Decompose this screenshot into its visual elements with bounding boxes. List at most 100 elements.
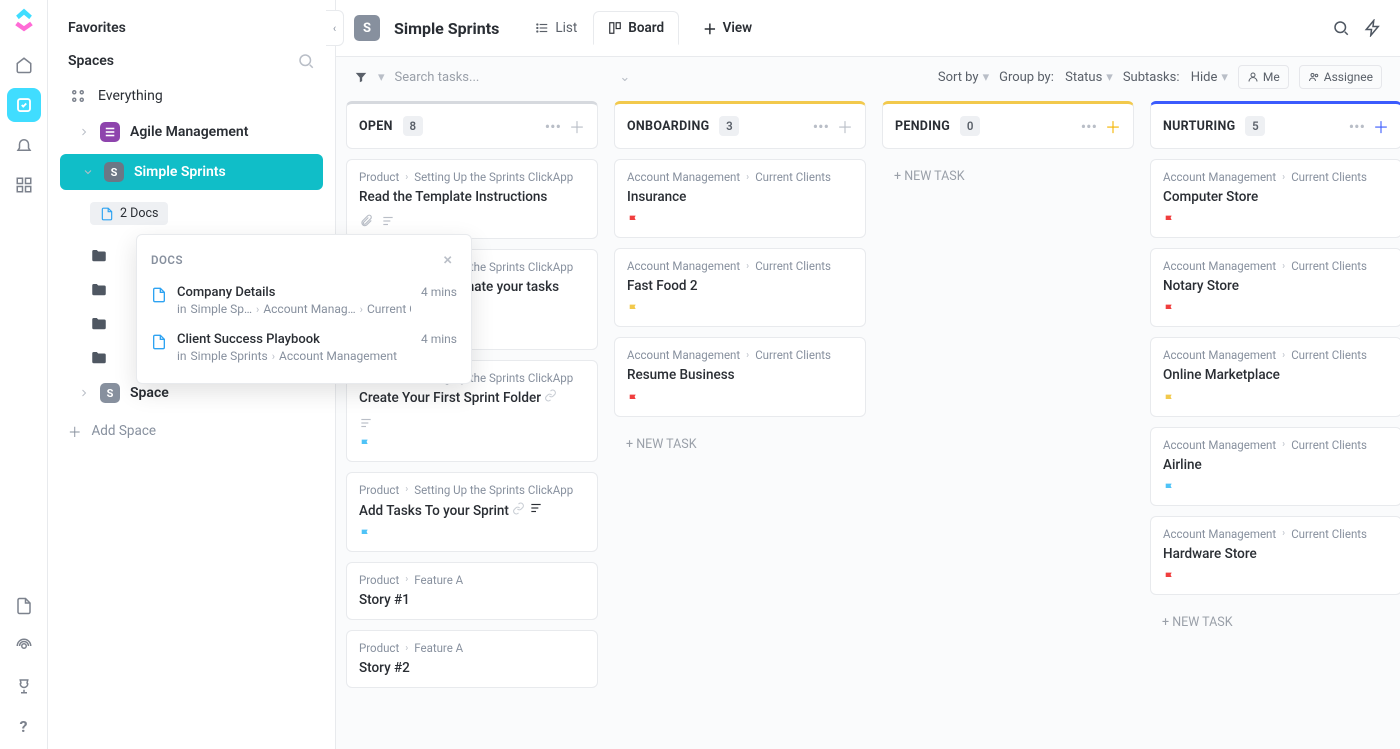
task-card[interactable]: Account Management›Current Clients Compu… xyxy=(1150,159,1400,238)
more-icon[interactable]: ••• xyxy=(1349,117,1365,136)
sidebar: Favorites Spaces Everything ☰ Agile Mana… xyxy=(48,0,336,749)
new-task-button[interactable]: + NEW TASK xyxy=(1150,605,1400,640)
flag-icon xyxy=(1163,393,1176,406)
assignee-filter-button[interactable]: Assignee xyxy=(1299,65,1382,89)
lane-count: 5 xyxy=(1245,116,1265,136)
card-breadcrumb: Account Management›Current Clients xyxy=(1163,170,1389,184)
goals-icon[interactable] xyxy=(7,669,41,703)
plus-icon: ＋ xyxy=(68,421,82,441)
add-space-button[interactable]: ＋ Add Space xyxy=(56,411,327,451)
automations-icon[interactable] xyxy=(1364,19,1382,37)
lane-header[interactable]: ONBOARDING 3 ••• ＋ xyxy=(614,101,866,149)
task-card[interactable]: Account Management›Current Clients Resum… xyxy=(614,337,866,416)
add-card-button[interactable]: ＋ xyxy=(1105,114,1121,138)
doc-row[interactable]: Client Success Playbook in Simple Sprint… xyxy=(137,324,471,371)
lane-body: + NEW TASK xyxy=(882,159,1134,194)
link-icon xyxy=(512,502,525,515)
task-card[interactable]: Account Management›Current Clients Airli… xyxy=(1150,427,1400,506)
plus-icon: ＋ xyxy=(703,18,717,38)
add-card-button[interactable]: ＋ xyxy=(569,114,585,138)
grid-icon xyxy=(68,86,88,106)
flag-icon xyxy=(359,438,372,451)
flag-icon xyxy=(627,214,640,227)
lane-header[interactable]: PENDING 0 ••• ＋ xyxy=(882,101,1134,149)
notifications-icon[interactable] xyxy=(7,128,41,162)
space-avatar: S xyxy=(354,15,380,41)
more-icon[interactable]: ••• xyxy=(1081,117,1097,136)
docs-popover-title: DOCS xyxy=(151,253,183,267)
lane-header[interactable]: OPEN 8 ••• ＋ xyxy=(346,101,598,149)
doc-row[interactable]: Company Details in Simple Sp…› Account M… xyxy=(137,277,471,324)
chevron-down-icon[interactable]: ▾ xyxy=(378,70,385,85)
link-icon xyxy=(544,389,557,402)
lane-nurturing: NURTURING 5 ••• ＋ Account Management›Cur… xyxy=(1150,101,1400,739)
filter-icon[interactable] xyxy=(354,70,368,84)
card-title: Fast Food 2 xyxy=(627,277,853,295)
add-view-button[interactable]: ＋ View xyxy=(693,10,762,46)
docs-chip[interactable]: 2 Docs xyxy=(90,202,168,225)
lane-body: Account Management›Current Clients Insur… xyxy=(614,159,866,462)
pulse-icon[interactable] xyxy=(7,629,41,663)
task-card[interactable]: Product›Feature A Story #1 xyxy=(346,562,598,620)
chevron-down-icon[interactable]: ⌄ xyxy=(619,70,630,85)
task-card[interactable]: Account Management›Current Clients Onlin… xyxy=(1150,337,1400,416)
task-card[interactable]: Account Management›Current Clients Notar… xyxy=(1150,248,1400,327)
me-filter-button[interactable]: Me xyxy=(1238,65,1289,89)
flag-icon xyxy=(1163,482,1176,495)
tab-board[interactable]: Board xyxy=(593,11,679,45)
spaces-header[interactable]: Spaces xyxy=(56,44,327,78)
task-card[interactable]: Product›Setting Up the Sprints ClickApp … xyxy=(346,159,598,239)
task-card[interactable]: Account Management›Current Clients Hardw… xyxy=(1150,516,1400,595)
task-card[interactable]: Account Management›Current Clients Insur… xyxy=(614,159,866,238)
people-icon xyxy=(1308,71,1320,83)
docs-chip-row[interactable]: 2 Docs xyxy=(56,194,327,233)
space-simple-avatar: S xyxy=(104,162,124,182)
flag-icon xyxy=(1163,303,1176,316)
lane-header[interactable]: NURTURING 5 ••• ＋ xyxy=(1150,101,1400,149)
view-tabs: List Board xyxy=(521,11,679,45)
tasks-icon[interactable] xyxy=(7,88,41,122)
more-icon[interactable]: ••• xyxy=(545,117,561,136)
card-title: Airline xyxy=(1163,456,1389,474)
everything-item[interactable]: Everything xyxy=(56,78,327,114)
new-task-button[interactable]: + NEW TASK xyxy=(882,159,1134,194)
search-icon[interactable] xyxy=(1332,19,1350,37)
space-agile[interactable]: ☰ Agile Management xyxy=(56,114,327,150)
docs-icon[interactable] xyxy=(7,589,41,623)
more-icon[interactable]: ••• xyxy=(813,117,829,136)
collapse-sidebar-button[interactable]: ‹ xyxy=(326,10,344,46)
search-icon[interactable] xyxy=(297,52,315,70)
doc-breadcrumb: in Simple Sp…› Account Manag…› Current C… xyxy=(177,302,411,316)
attachment-icon xyxy=(359,214,373,228)
task-card[interactable]: Account Management›Current Clients Fast … xyxy=(614,248,866,327)
description-icon xyxy=(381,214,395,228)
help-icon[interactable]: ? xyxy=(7,709,41,743)
doc-icon xyxy=(151,287,167,303)
flag-icon xyxy=(627,303,640,316)
group-by-dropdown[interactable]: Group by: Status▾ xyxy=(999,70,1113,85)
task-card[interactable]: Product›Feature A Story #2 xyxy=(346,630,598,688)
description-icon xyxy=(529,501,543,515)
clickup-logo[interactable] xyxy=(10,6,38,34)
close-icon[interactable]: ✕ xyxy=(439,249,457,271)
lane-open: OPEN 8 ••• ＋ Product›Setting Up the Spri… xyxy=(346,101,598,739)
card-breadcrumb: Account Management›Current Clients xyxy=(1163,348,1389,362)
tab-list[interactable]: List xyxy=(521,12,591,44)
new-task-button[interactable]: + NEW TASK xyxy=(614,427,866,462)
card-title: Insurance xyxy=(627,188,853,206)
person-icon xyxy=(1247,71,1259,83)
search-input[interactable]: Search tasks... xyxy=(395,70,480,85)
doc-breadcrumb: in Simple Sprints› Account Management xyxy=(177,349,411,363)
sort-by-dropdown[interactable]: Sort by▾ xyxy=(938,70,989,85)
space-simple-sprints[interactable]: S Simple Sprints xyxy=(60,154,323,190)
card-breadcrumb: Product›Feature A xyxy=(359,641,585,655)
favorites-header[interactable]: Favorites xyxy=(56,12,327,44)
home-icon[interactable] xyxy=(7,48,41,82)
add-card-button[interactable]: ＋ xyxy=(1373,114,1389,138)
subtasks-dropdown[interactable]: Subtasks: Hide▾ xyxy=(1123,70,1228,85)
lane-count: 3 xyxy=(719,116,739,136)
card-breadcrumb: Account Management›Current Clients xyxy=(627,348,853,362)
task-card[interactable]: Product›Setting Up the Sprints ClickApp … xyxy=(346,472,598,552)
add-card-button[interactable]: ＋ xyxy=(837,114,853,138)
dashboards-icon[interactable] xyxy=(7,168,41,202)
